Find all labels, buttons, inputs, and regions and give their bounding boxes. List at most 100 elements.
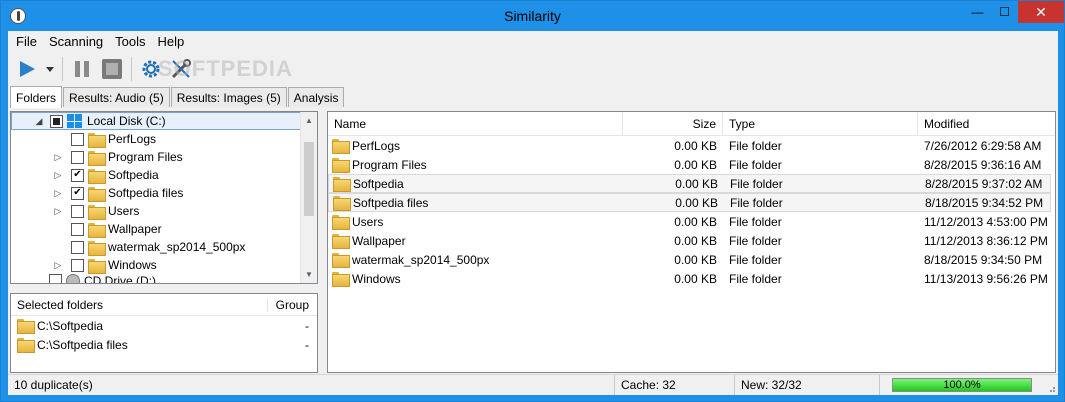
column-header-type[interactable]: Type <box>723 111 918 136</box>
folder-icon <box>332 234 350 249</box>
stop-button[interactable] <box>99 56 125 82</box>
progress-text: 100.0% <box>943 379 981 391</box>
file-type: File folder <box>729 138 782 153</box>
file-list-row[interactable]: PerfLogs 0.00 KB File folder 7/26/2012 6:29… <box>328 136 1055 155</box>
tree-checkbox[interactable]: ✔ <box>71 168 84 182</box>
tree-checkbox[interactable] <box>71 258 84 272</box>
menu-help[interactable]: Help <box>152 34 191 49</box>
file-modified: 8/28/2015 9:37:02 AM <box>925 176 1043 191</box>
file-list-row[interactable]: Users 0.00 KB File folder 11/12/2013 4:53:0… <box>328 212 1055 231</box>
file-list[interactable]: Name Size Type Modified PerfLogs 0.00 KB F… <box>327 111 1056 373</box>
app-icon[interactable] <box>10 8 26 24</box>
tree-item[interactable]: ▷ ✔ Softpedia <box>11 166 317 184</box>
file-size: 0.00 KB <box>674 138 717 153</box>
toolbar: SOFTPEDIA <box>8 52 1058 85</box>
tree-checkbox[interactable] <box>49 274 62 283</box>
tree-item-label: Users <box>108 204 140 218</box>
folder-icon <box>332 215 350 230</box>
column-header-selected-folders[interactable]: Selected folders <box>11 298 267 312</box>
start-scan-button[interactable] <box>14 56 40 82</box>
scrollbar-thumb[interactable] <box>304 142 314 216</box>
column-header-size[interactable]: Size <box>623 111 723 136</box>
expand-arrow-icon[interactable]: ▷ <box>53 152 63 163</box>
resize-grip-icon[interactable] <box>1046 383 1056 393</box>
file-modified: 7/26/2012 6:29:58 AM <box>924 138 1042 153</box>
tab-folders[interactable]: Folders <box>10 86 63 108</box>
menu-scanning[interactable]: Scanning <box>43 34 109 49</box>
tab-results-audio[interactable]: Results: Audio (5) <box>63 87 170 107</box>
column-header-modified[interactable]: Modified <box>918 112 1055 136</box>
tree-item[interactable]: ▷ Windows <box>11 256 317 274</box>
title-bar[interactable]: Similarity — ☐ ✕ <box>1 1 1064 31</box>
tree-item[interactable]: PerfLogs <box>11 130 317 148</box>
expand-arrow-icon[interactable]: ▷ <box>53 188 63 199</box>
tree-item-cd-drive[interactable]: CD Drive (D:) <box>11 274 317 283</box>
folder-icon <box>333 177 351 192</box>
file-type: File folder <box>729 214 782 229</box>
selected-folder-row[interactable]: C:\Softpedia files - <box>11 335 317 354</box>
status-duplicates: 10 duplicate(s) <box>8 375 615 395</box>
folder-icon <box>88 222 106 238</box>
file-name: Softpedia <box>353 176 404 191</box>
tree-item[interactable]: Wallpaper <box>11 220 317 238</box>
tree-item[interactable]: watermak_sp2014_500px <box>11 238 317 256</box>
menu-file[interactable]: File <box>10 34 43 49</box>
expand-arrow-icon[interactable]: ▷ <box>53 206 63 217</box>
tree-scrollbar[interactable]: ▲ ▼ <box>300 112 317 283</box>
folder-icon <box>17 319 35 334</box>
tree-item-label: Windows <box>108 258 157 272</box>
tree-item[interactable]: ▷ Program Files <box>11 148 317 166</box>
file-list-row[interactable]: Windows 0.00 KB File folder 11/13/2013 9:56… <box>328 269 1055 288</box>
column-header-name[interactable]: Name <box>328 111 623 136</box>
file-size: 0.00 KB <box>674 271 717 286</box>
tab-results-images[interactable]: Results: Images (5) <box>170 87 287 107</box>
tree-checkbox[interactable] <box>71 240 84 254</box>
tab-analysis[interactable]: Analysis <box>287 87 345 107</box>
file-modified: 8/18/2015 9:34:52 PM <box>925 195 1044 210</box>
client-area: File Scanning Tools Help SOFTPEDIA Folde… <box>8 31 1058 395</box>
file-type: File folder <box>729 271 782 286</box>
pause-button[interactable] <box>69 56 95 82</box>
file-list-row[interactable]: Wallpaper 0.00 KB File folder 11/12/2013 8:… <box>328 231 1055 250</box>
file-list-row[interactable]: Program Files 0.00 KB File folder 8/28/2015… <box>328 155 1055 174</box>
expand-arrow-icon[interactable]: ▷ <box>53 170 63 181</box>
folder-icon <box>332 272 350 287</box>
scroll-up-arrow-icon[interactable]: ▲ <box>301 112 317 129</box>
folder-tree[interactable]: ◢ Local Disk (C:) PerfLogs ▷ Program Files… <box>10 111 318 284</box>
column-header-group[interactable]: Group <box>267 297 317 312</box>
tree-item[interactable]: ▷ Users <box>11 202 317 220</box>
cd-drive-icon <box>66 274 80 283</box>
minimize-button[interactable]: — <box>964 1 991 23</box>
expand-arrow-icon[interactable]: ▷ <box>53 260 63 271</box>
tree-item-label: Softpedia <box>108 168 159 182</box>
file-modified: 8/28/2015 9:36:16 AM <box>924 157 1042 172</box>
tree-item-label: Softpedia files <box>108 186 184 200</box>
selected-folders-list[interactable]: Selected folders Group C:\Softpedia - C:\S… <box>10 293 318 373</box>
tree-checkbox[interactable] <box>71 222 84 236</box>
file-size: 0.00 KB <box>675 195 718 210</box>
file-modified: 11/12/2013 8:36:12 PM <box>924 233 1048 248</box>
progress-bar: 100.0% <box>892 378 1032 392</box>
tree-checkbox[interactable] <box>71 204 84 218</box>
file-list-row[interactable]: watermak_sp2014_500px 0.00 KB File folder 8… <box>328 250 1055 269</box>
tree-checkbox[interactable] <box>50 114 63 128</box>
menu-tools[interactable]: Tools <box>109 34 151 49</box>
scan-options-dropdown[interactable] <box>44 56 56 82</box>
maximize-button[interactable]: ☐ <box>991 1 1018 23</box>
tree-checkbox[interactable] <box>71 150 84 164</box>
tree-checkbox[interactable]: ✔ <box>71 186 84 200</box>
tree-item-label: Local Disk (C:) <box>87 114 166 128</box>
tree-checkbox[interactable] <box>71 132 84 146</box>
tree-item[interactable]: ▷ ✔ Softpedia files <box>11 184 317 202</box>
scroll-down-arrow-icon[interactable]: ▼ <box>301 266 317 283</box>
tree-item-label: watermak_sp2014_500px <box>108 240 246 254</box>
file-list-row[interactable]: Softpedia 0.00 KB File folder 8/28/2015 9:3… <box>328 174 1051 193</box>
close-button[interactable]: ✕ <box>1018 1 1064 23</box>
file-list-row[interactable]: Softpedia files 0.00 KB File folder 8/18/20… <box>328 193 1051 212</box>
file-modified: 11/12/2013 4:53:00 PM <box>924 214 1048 229</box>
folder-icon <box>332 158 350 173</box>
selected-folder-row[interactable]: C:\Softpedia - <box>11 316 317 335</box>
tree-item-local-disk[interactable]: ◢ Local Disk (C:) <box>11 112 301 130</box>
status-bar: 10 duplicate(s) Cache: 32 New: 32/32 100… <box>8 374 1058 395</box>
collapse-arrow-icon[interactable]: ◢ <box>34 116 44 127</box>
